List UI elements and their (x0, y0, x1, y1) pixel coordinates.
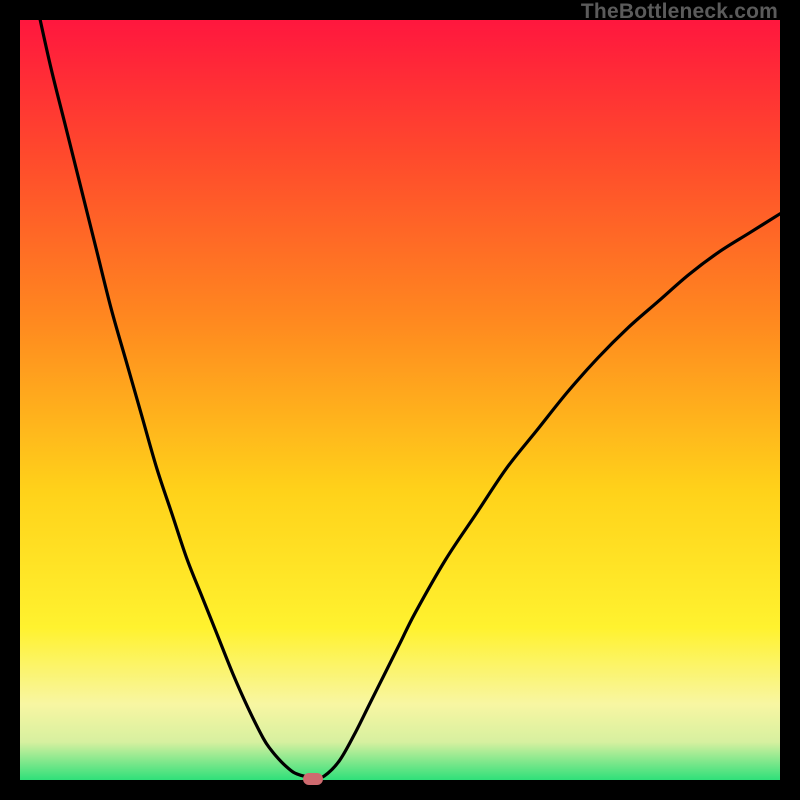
chart-plot (20, 20, 780, 780)
optimum-marker (303, 773, 323, 785)
chart-frame (20, 20, 780, 780)
watermark-text: TheBottleneck.com (581, 0, 778, 24)
gradient-background (20, 20, 780, 780)
